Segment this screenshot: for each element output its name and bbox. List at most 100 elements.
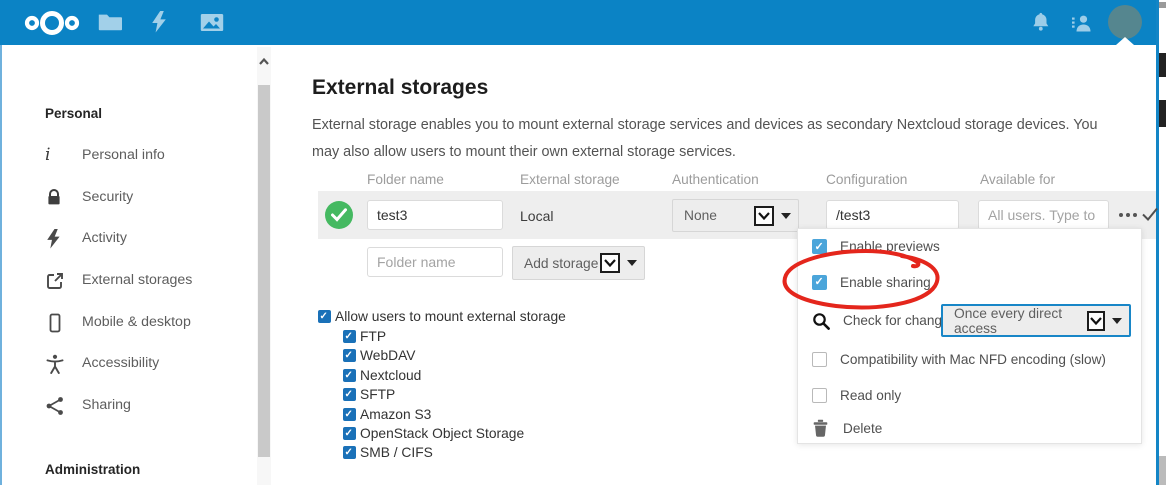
- add-storage-select[interactable]: Add storage: [512, 246, 645, 280]
- notifications-bell-icon[interactable]: [1030, 12, 1051, 37]
- sidebar-personal-heading: Personal: [45, 106, 102, 121]
- backend-checkbox-row[interactable]: FTP: [343, 328, 386, 344]
- menu-item-delete[interactable]: Delete: [798, 413, 1141, 443]
- share-icon: [45, 396, 65, 416]
- accessibility-icon: [45, 354, 65, 374]
- trash-icon: [812, 419, 830, 437]
- lock-icon: [45, 188, 65, 208]
- activity-app-bolt-icon[interactable]: [150, 11, 166, 38]
- sidebar-item-external-storages[interactable]: External storages: [2, 270, 257, 290]
- checkbox-checked[interactable]: [812, 275, 827, 290]
- new-folder-name-input[interactable]: [367, 247, 503, 277]
- checkbox-checked[interactable]: [343, 446, 356, 459]
- menu-item-label: Delete: [843, 421, 882, 436]
- column-header-external-storage: External storage: [520, 172, 620, 187]
- checkbox-checked[interactable]: [343, 330, 356, 343]
- checkbox-checked[interactable]: [343, 408, 356, 421]
- chevron-down-icon: [600, 253, 620, 273]
- nextcloud-settings-window: Personal i Personal info Security Activi…: [0, 0, 1166, 485]
- allow-users-mount-label: Allow users to mount external storage: [335, 309, 566, 324]
- available-for-input[interactable]: [978, 200, 1109, 230]
- page-description: External storage enables you to mount ex…: [312, 112, 1124, 166]
- column-header-available-for: Available for: [980, 172, 1055, 187]
- scrollbar-thumb-fragment[interactable]: [1159, 100, 1166, 127]
- contacts-icon[interactable]: [1070, 12, 1093, 38]
- sidebar-item-label: Mobile & desktop: [82, 314, 191, 330]
- storage-valid-status-icon: [325, 201, 353, 229]
- sidebar-scrollbar-thumb[interactable]: [258, 85, 270, 457]
- sidebar-item-label: Security: [82, 189, 133, 205]
- sidebar-item-activity[interactable]: Activity: [2, 228, 257, 248]
- menu-item-label: Enable previews: [840, 239, 940, 254]
- backend-label: Nextcloud: [360, 368, 421, 383]
- checkbox-checked[interactable]: [343, 369, 356, 382]
- checkbox-unchecked[interactable]: [812, 388, 827, 403]
- chevron-down-icon: [1087, 311, 1105, 331]
- sidebar-item-label: Activity: [82, 230, 127, 246]
- authentication-select-value: None: [684, 208, 717, 223]
- menu-item-mac-nfd[interactable]: Compatibility with Mac NFD encoding (slo…: [798, 341, 1141, 377]
- checkbox-unchecked[interactable]: [812, 352, 827, 367]
- external-storage-icon: [45, 271, 65, 291]
- search-icon: [812, 312, 830, 330]
- photos-app-icon[interactable]: [200, 13, 224, 37]
- nextcloud-logo-icon[interactable]: [22, 8, 82, 43]
- sidebar-item-accessibility[interactable]: Accessibility: [2, 353, 257, 373]
- checkbox-checked[interactable]: [343, 427, 356, 440]
- sidebar-item-sharing[interactable]: Sharing: [2, 395, 257, 415]
- checkbox-checked[interactable]: [812, 239, 827, 254]
- backend-checkbox-row[interactable]: SMB / CIFS: [343, 444, 433, 460]
- checkbox-checked[interactable]: [343, 388, 356, 401]
- settings-sidebar: Personal i Personal info Security Activi…: [2, 45, 257, 485]
- storage-options-menu-button[interactable]: [1113, 199, 1143, 231]
- menu-item-check-for-changes[interactable]: Check for changes Once every direct acce…: [798, 300, 1141, 341]
- sidebar-scrollbar[interactable]: [257, 47, 271, 485]
- folder-name-input[interactable]: [367, 200, 503, 230]
- scrollbar-bottom-fragment: [1159, 456, 1166, 485]
- phone-icon: [45, 313, 65, 333]
- sidebar-item-label: Accessibility: [82, 355, 159, 371]
- backend-checkbox-row[interactable]: OpenStack Object Storage: [343, 425, 524, 441]
- window-scrollbar-strip[interactable]: [1159, 0, 1166, 485]
- menu-item-label: Compatibility with Mac NFD encoding (slo…: [840, 352, 1106, 367]
- check-for-changes-select[interactable]: Once every direct access: [941, 304, 1131, 337]
- top-bar: [0, 0, 1156, 45]
- backend-label: SMB / CIFS: [360, 445, 433, 460]
- sidebar-item-mobile-desktop[interactable]: Mobile & desktop: [2, 312, 257, 332]
- menu-item-label: Enable sharing: [840, 275, 931, 290]
- backend-label: WebDAV: [360, 348, 415, 363]
- checkbox-checked[interactable]: [343, 349, 356, 362]
- menu-item-read-only[interactable]: Read only: [798, 377, 1141, 413]
- storage-options-menu: Enable previews Enable sharing Check for…: [797, 228, 1142, 444]
- column-header-authentication: Authentication: [672, 172, 759, 187]
- scrollbar-thumb-fragment[interactable]: [1159, 53, 1166, 77]
- authentication-select[interactable]: None: [672, 199, 799, 232]
- sidebar-item-label: External storages: [82, 272, 192, 288]
- allow-users-mount-checkbox-row[interactable]: Allow users to mount external storage: [318, 308, 566, 324]
- files-app-folder-icon[interactable]: [98, 12, 123, 36]
- chevron-down-icon: [754, 206, 774, 226]
- menu-item-enable-previews[interactable]: Enable previews: [798, 229, 1141, 264]
- sidebar-item-security[interactable]: Security: [2, 187, 257, 207]
- backend-checkbox-row[interactable]: Nextcloud: [343, 367, 421, 383]
- backend-checkbox-row[interactable]: WebDAV: [343, 347, 415, 363]
- backend-checkbox-row[interactable]: Amazon S3: [343, 406, 431, 422]
- menu-item-enable-sharing[interactable]: Enable sharing: [798, 264, 1141, 300]
- column-header-folder-name: Folder name: [367, 172, 444, 187]
- menu-item-label: Check for changes: [843, 313, 956, 328]
- configuration-input[interactable]: [826, 200, 959, 230]
- backend-label: SFTP: [360, 387, 395, 402]
- sidebar-admin-heading: Administration: [45, 462, 140, 477]
- user-avatar[interactable]: [1108, 5, 1142, 39]
- backend-checkbox-row[interactable]: SFTP: [343, 386, 395, 402]
- checkbox-checked[interactable]: [318, 310, 331, 323]
- dropdown-arrow-icon: [1112, 318, 1122, 324]
- save-checkmark-icon[interactable]: [1141, 206, 1159, 227]
- dropdown-arrow-icon: [781, 213, 791, 219]
- add-storage-select-value: Add storage: [524, 256, 598, 271]
- scrollbar-tick: [1159, 2, 1166, 8]
- external-storage-type-cell: Local: [520, 208, 553, 224]
- backend-label: OpenStack Object Storage: [360, 426, 524, 441]
- scroll-up-arrow-icon[interactable]: [257, 53, 271, 71]
- sidebar-item-personal-info[interactable]: i Personal info: [2, 145, 257, 165]
